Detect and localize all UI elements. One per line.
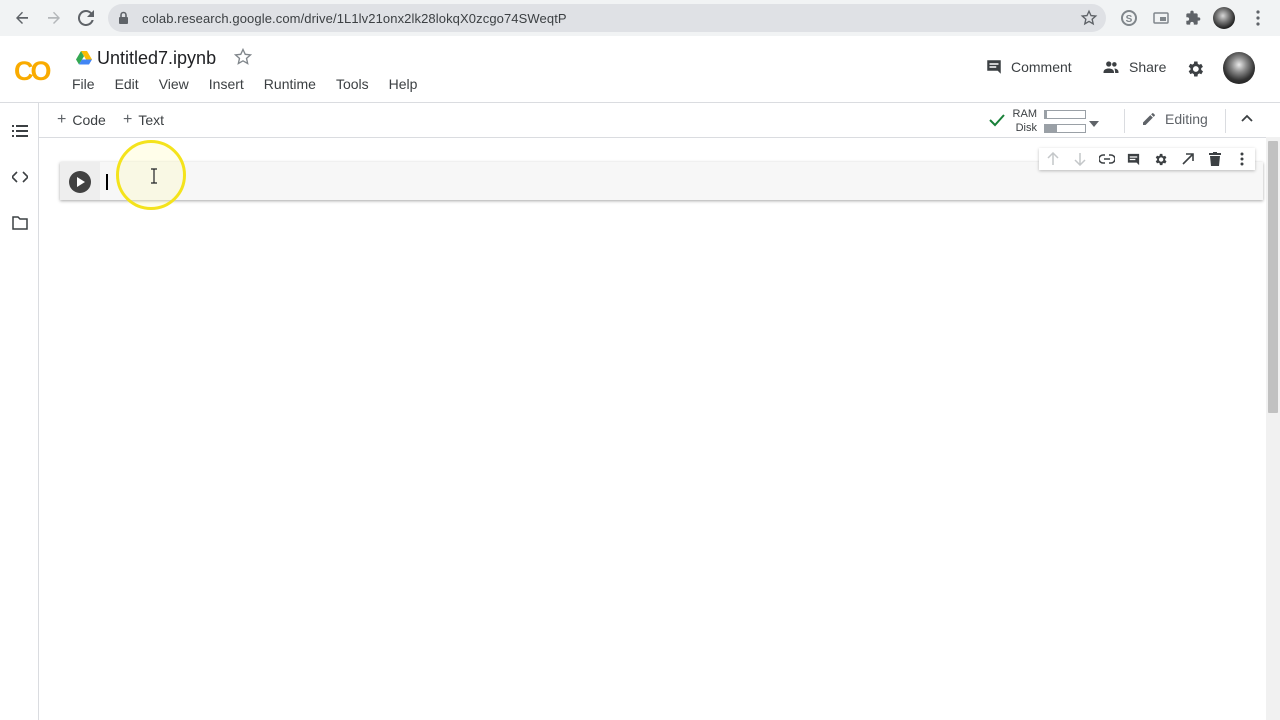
menu-view[interactable]: View bbox=[149, 76, 199, 94]
editing-label: Editing bbox=[1165, 111, 1208, 127]
disk-label: Disk bbox=[1015, 122, 1037, 134]
more-options-icon[interactable] bbox=[1228, 148, 1255, 170]
resource-labels: RAM Disk bbox=[1011, 107, 1037, 135]
profile-avatar[interactable] bbox=[1213, 7, 1235, 29]
comment-button[interactable]: Comment bbox=[985, 58, 1072, 76]
menu-tools[interactable]: Tools bbox=[326, 76, 379, 94]
colab-logo[interactable]: CO bbox=[14, 56, 51, 87]
skype-extension-icon[interactable]: S bbox=[1117, 6, 1141, 30]
comment-icon[interactable] bbox=[1120, 148, 1147, 170]
files-folder-icon[interactable] bbox=[10, 213, 30, 233]
colab-header: CO Untitled7.ipynb File Edit View Insert… bbox=[0, 36, 1280, 103]
ram-label: RAM bbox=[1012, 108, 1037, 120]
ram-meter-fill bbox=[1045, 111, 1047, 118]
toolbar-divider bbox=[1225, 109, 1226, 133]
address-bar[interactable]: colab.research.google.com/drive/1L1lv21o… bbox=[108, 4, 1106, 32]
chevron-down-icon[interactable] bbox=[1089, 114, 1099, 132]
link-icon[interactable] bbox=[1093, 148, 1120, 170]
mirror-cell-icon[interactable] bbox=[1174, 148, 1201, 170]
cell-gutter bbox=[60, 162, 100, 200]
notebook-toolbar: + Code + Text RAM Disk Editing bbox=[39, 103, 1280, 138]
comment-label: Comment bbox=[1011, 59, 1072, 75]
text-caret bbox=[106, 174, 108, 190]
connected-check-icon bbox=[989, 113, 1005, 132]
code-snippets-icon[interactable] bbox=[10, 167, 30, 187]
add-code-cell-button[interactable]: + Code bbox=[57, 111, 106, 129]
share-label: Share bbox=[1129, 59, 1167, 75]
extensions-puzzle-icon[interactable] bbox=[1181, 6, 1205, 30]
google-drive-icon[interactable] bbox=[76, 51, 92, 70]
user-avatar[interactable] bbox=[1223, 52, 1255, 84]
plus-icon: + bbox=[123, 111, 133, 128]
lock-icon[interactable] bbox=[118, 11, 129, 30]
move-up-icon[interactable] bbox=[1039, 148, 1066, 170]
url-text[interactable]: colab.research.google.com/drive/1L1lv21o… bbox=[142, 11, 567, 26]
menu-insert[interactable]: Insert bbox=[199, 76, 254, 94]
comment-icon bbox=[987, 60, 1001, 74]
reload-icon[interactable] bbox=[74, 6, 98, 30]
ram-meter bbox=[1044, 110, 1086, 119]
disk-meter bbox=[1044, 124, 1086, 133]
menu-bar: File Edit View Insert Runtime Tools Help bbox=[62, 76, 427, 94]
browser-menu-icon[interactable] bbox=[1246, 6, 1270, 30]
notebook-title[interactable]: Untitled7.ipynb bbox=[97, 48, 216, 69]
play-icon bbox=[77, 177, 85, 187]
disk-meter-fill bbox=[1045, 125, 1057, 132]
table-of-contents-icon[interactable] bbox=[10, 121, 30, 141]
browser-toolbar: colab.research.google.com/drive/1L1lv21o… bbox=[0, 0, 1280, 36]
toolbar-divider bbox=[1124, 109, 1125, 133]
chevron-up-icon[interactable] bbox=[1239, 111, 1255, 132]
svg-text:S: S bbox=[1126, 14, 1133, 25]
plus-icon: + bbox=[57, 111, 67, 128]
add-text-cell-button[interactable]: + Text bbox=[123, 111, 164, 129]
back-arrow-icon[interactable] bbox=[10, 6, 34, 30]
menu-edit[interactable]: Edit bbox=[105, 76, 149, 94]
star-icon[interactable] bbox=[233, 47, 253, 72]
scrollbar-thumb[interactable] bbox=[1268, 141, 1278, 413]
settings-gear-icon[interactable] bbox=[1185, 59, 1205, 84]
forward-arrow-icon[interactable] bbox=[42, 6, 66, 30]
cell-toolbar bbox=[1039, 148, 1255, 170]
add-text-label: Text bbox=[138, 112, 165, 128]
move-down-icon[interactable] bbox=[1066, 148, 1093, 170]
menu-file[interactable]: File bbox=[62, 76, 105, 94]
people-icon bbox=[1103, 61, 1119, 73]
pencil-icon bbox=[1143, 113, 1155, 125]
bookmark-star-icon[interactable] bbox=[1080, 9, 1098, 32]
settings-icon[interactable] bbox=[1147, 148, 1174, 170]
menu-runtime[interactable]: Runtime bbox=[254, 76, 326, 94]
runtime-resources[interactable]: RAM Disk bbox=[989, 106, 1159, 136]
run-cell-button[interactable] bbox=[69, 171, 91, 193]
cast-extension-icon[interactable] bbox=[1149, 6, 1173, 30]
delete-icon[interactable] bbox=[1201, 148, 1228, 170]
menu-help[interactable]: Help bbox=[379, 76, 428, 94]
ibeam-cursor-icon bbox=[150, 168, 158, 189]
left-sidebar bbox=[0, 103, 39, 720]
editing-mode-button[interactable]: Editing bbox=[1141, 111, 1208, 127]
add-code-label: Code bbox=[72, 112, 106, 128]
main-scrollbar[interactable] bbox=[1266, 137, 1280, 720]
share-button[interactable]: Share bbox=[1101, 58, 1166, 76]
